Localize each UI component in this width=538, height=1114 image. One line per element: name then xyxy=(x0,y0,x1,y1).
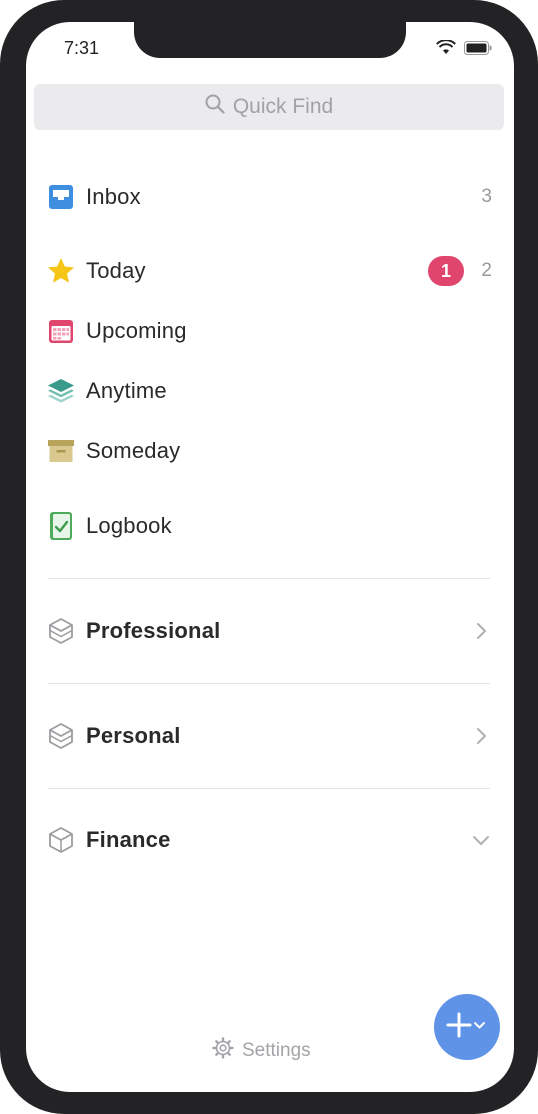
wifi-icon xyxy=(436,39,456,61)
battery-icon xyxy=(464,41,492,60)
list-item-someday[interactable]: Someday xyxy=(46,431,492,471)
archive-box-icon xyxy=(46,436,76,466)
area-box-icon xyxy=(46,721,76,751)
list-item-anytime[interactable]: Anytime xyxy=(46,371,492,411)
divider xyxy=(48,683,490,684)
area-box-icon xyxy=(46,616,76,646)
star-icon xyxy=(46,256,76,286)
status-indicators xyxy=(436,39,492,61)
list-item-upcoming[interactable]: Upcoming xyxy=(46,311,492,351)
device-notch xyxy=(134,22,406,58)
area-item-label: Personal xyxy=(86,723,181,748)
gear-icon xyxy=(212,1037,234,1065)
list-item-inbox[interactable]: Inbox 3 xyxy=(46,177,492,217)
area-item-label: Finance xyxy=(86,827,171,852)
item-count: 3 xyxy=(481,186,492,207)
list-item-label: Inbox xyxy=(86,184,141,209)
area-item-label: Professional xyxy=(86,618,221,643)
area-item-professional[interactable]: Professional xyxy=(46,611,492,651)
list-item-label: Upcoming xyxy=(86,318,187,343)
plus-icon xyxy=(445,1010,489,1045)
phone-frame: 7:31 Quick Find Inbox 3 Today 1 2 Upcomi… xyxy=(0,0,538,1114)
due-badge: 1 xyxy=(428,256,464,286)
chevron-down-icon[interactable] xyxy=(472,831,490,849)
divider xyxy=(48,578,490,579)
list-item-label: Someday xyxy=(86,438,181,463)
settings-button[interactable]: Settings xyxy=(212,1037,311,1065)
app-screen: 7:31 Quick Find Inbox 3 Today 1 2 Upcomi… xyxy=(26,22,514,1092)
quick-find-search[interactable]: Quick Find xyxy=(34,84,504,130)
list-item-label: Anytime xyxy=(86,378,167,403)
status-time: 7:31 xyxy=(64,38,100,58)
area-item-personal[interactable]: Personal xyxy=(46,716,492,756)
inbox-icon xyxy=(46,182,76,212)
layers-icon xyxy=(46,376,76,406)
logbook-icon xyxy=(46,511,76,541)
add-button[interactable] xyxy=(434,994,500,1060)
chevron-right-icon[interactable] xyxy=(472,727,490,745)
list-item-logbook[interactable]: Logbook xyxy=(46,506,492,546)
chevron-right-icon[interactable] xyxy=(472,622,490,640)
list-item-today[interactable]: Today 1 2 xyxy=(46,251,492,291)
area-item-finance[interactable]: Finance xyxy=(46,820,492,860)
calendar-icon xyxy=(46,316,76,346)
settings-label: Settings xyxy=(242,1040,311,1061)
divider xyxy=(48,788,490,789)
list-item-label: Logbook xyxy=(86,513,172,538)
area-box-icon xyxy=(46,825,76,855)
item-count: 2 xyxy=(481,260,492,281)
search-placeholder: Quick Find xyxy=(232,95,334,118)
search-icon xyxy=(205,94,225,120)
list-item-label: Today xyxy=(86,258,146,283)
